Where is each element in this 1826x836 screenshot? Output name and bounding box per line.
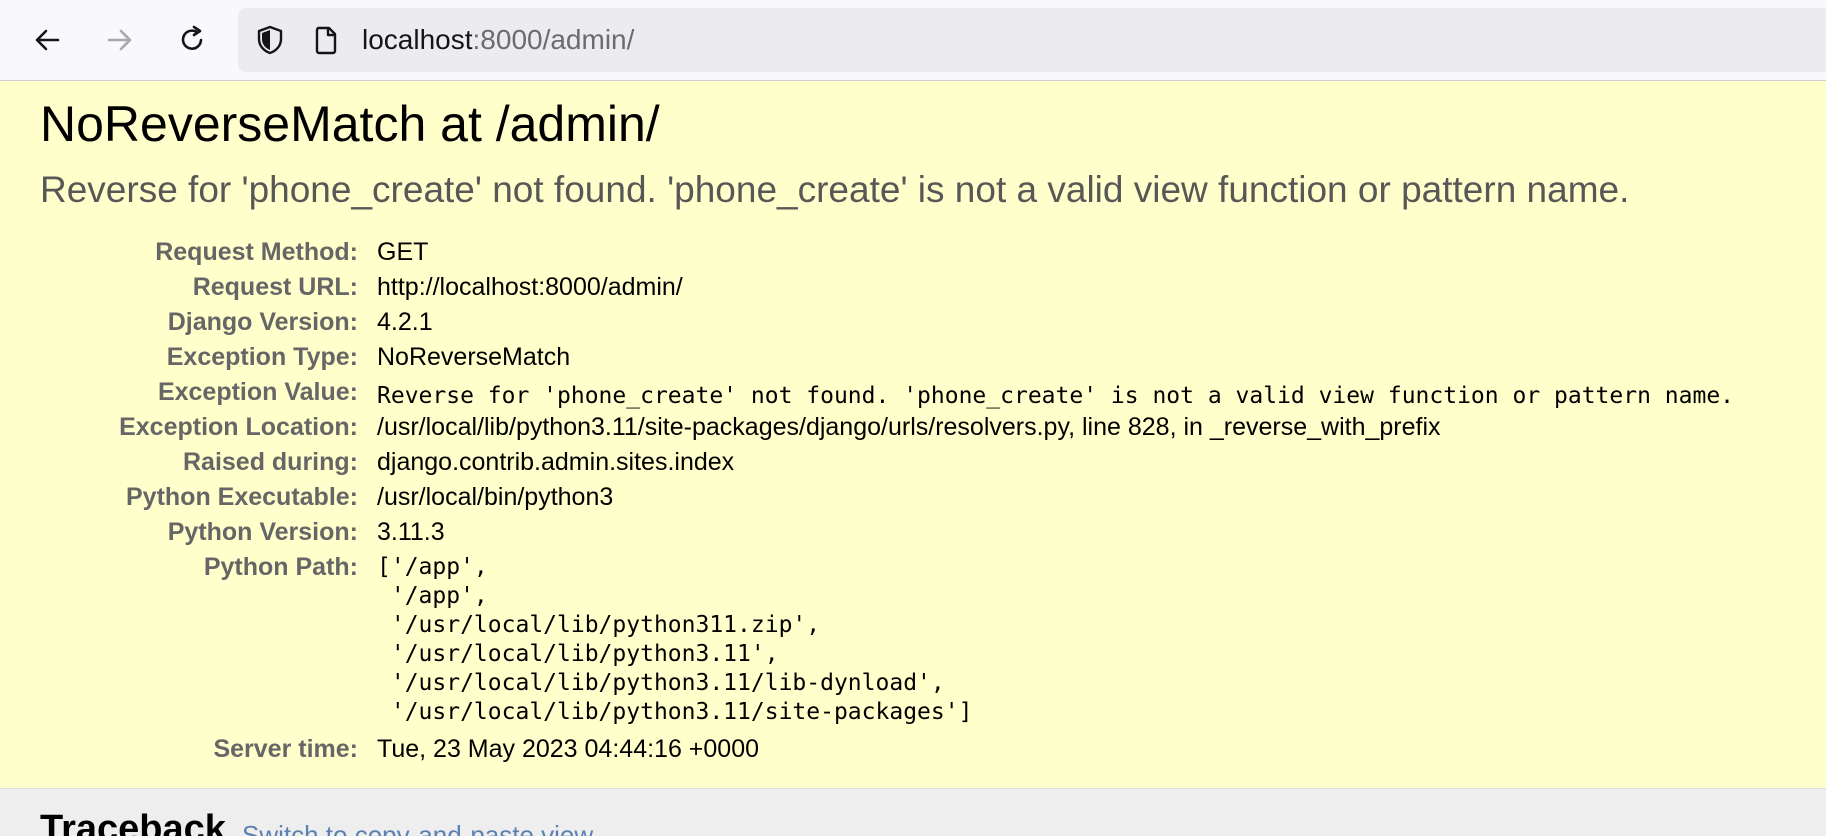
page-title: NoReverseMatch at /admin/ [40,96,660,152]
python-path-line: '/usr/local/lib/python3.11', [377,641,779,667]
forward-arrow-icon [107,29,132,51]
back-arrow-icon [35,29,60,51]
switch-to-copy-paste-link[interactable]: Switch to copy-and-paste view [242,819,593,836]
back-button[interactable] [26,18,70,62]
meta-value: http://localhost:8000/admin/ [377,273,683,301]
meta-value: django.contrib.admin.sites.index [377,448,735,476]
meta-value: NoReverseMatch [377,343,571,371]
python-path-line: '/usr/local/lib/python3.11/site-packages… [377,699,973,725]
meta-label: Exception Type: [166,343,358,371]
url-path: :8000/admin/ [472,24,635,55]
url-bar[interactable]: localhost:8000/admin/ [238,8,1826,72]
error-summary: NoReverseMatch at /admin/ Reverse for 'p… [0,82,1826,789]
meta-label: Django Version: [167,308,358,336]
python-path-line: '/usr/local/lib/python311.zip', [377,612,821,638]
meta-value: Reverse for 'phone_create' not found. 'p… [377,383,1735,409]
python-path-line: ['/app', [377,554,488,580]
reload-icon [181,25,203,50]
meta-value: /usr/local/lib/python3.11/site-packages/… [377,413,1441,441]
meta-label: Python Path: [203,553,358,581]
meta-label: Exception Location: [119,413,358,441]
page-icon[interactable] [310,24,342,56]
python-path-line: '/app', [377,583,488,609]
meta-value: Tue, 23 May 2023 04:44:16 +0000 [377,735,760,763]
meta-label: Raised during: [182,448,358,476]
url-host: localhost [362,24,473,55]
shield-icon[interactable] [254,24,286,56]
meta-label: Exception Value: [157,378,358,406]
meta-value: /usr/local/bin/python3 [377,483,614,511]
meta-label: Request URL: [192,273,358,301]
reload-button[interactable] [170,18,214,62]
meta-label: Server time: [213,735,358,763]
meta-label: Python Version: [167,518,358,546]
traceback-section: Traceback Switch to copy-and-paste view [0,789,1826,836]
traceback-heading: Traceback [40,808,226,836]
meta-label: Request Method: [155,238,358,266]
url-text[interactable]: localhost:8000/admin/ [362,23,634,57]
meta-value: 4.2.1 [377,308,433,336]
error-message: Reverse for 'phone_create' not found. 'p… [40,169,1630,210]
python-path-list: ['/app', '/app', '/usr/local/lib/python3… [377,553,972,727]
forward-button[interactable] [97,18,141,62]
meta-label: Python Executable: [126,483,358,511]
browser-toolbar: localhost:8000/admin/ [0,0,1826,81]
meta-value: GET [377,238,429,266]
python-path-line: '/usr/local/lib/python3.11/lib-dynload', [377,670,945,696]
meta-value: 3.11.3 [377,518,445,546]
